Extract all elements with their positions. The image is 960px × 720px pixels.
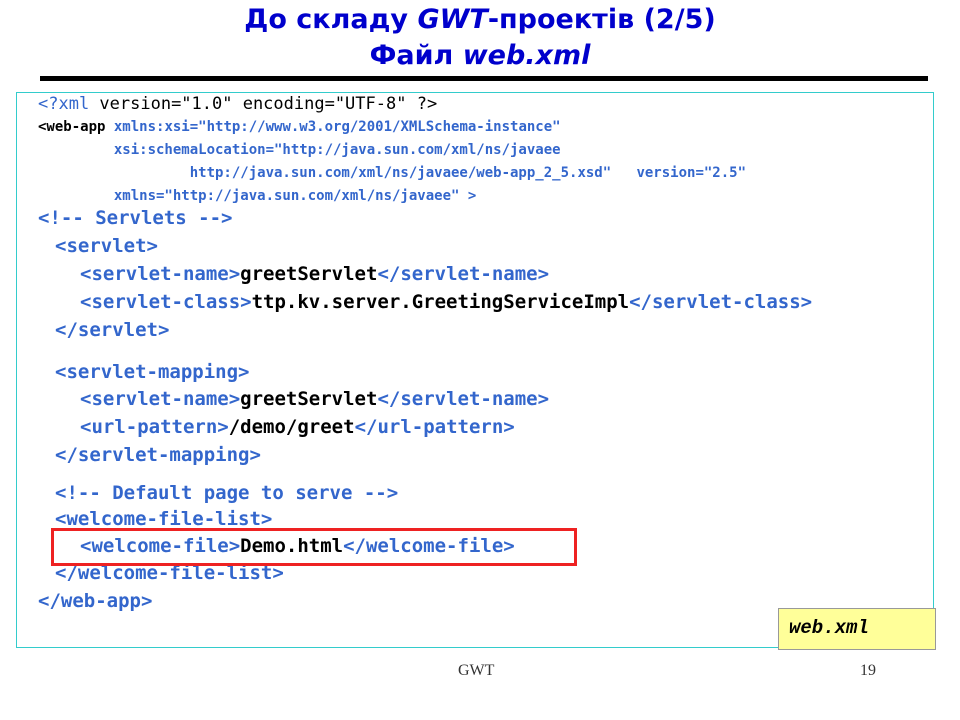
code-line-xmlns: xmlns="http://java.sun.com/xml/ns/javaee… — [38, 188, 476, 204]
xml-tag: </servlet-name> — [377, 263, 550, 285]
xml-value: greetServlet — [240, 263, 378, 285]
title-emphasis: GWT — [417, 4, 488, 35]
title-divider — [40, 76, 928, 81]
xml-tag: <welcome-file-list> — [55, 508, 273, 530]
code-line-servlet-name: <servlet-name>greetServlet</servlet-name… — [80, 263, 549, 285]
code-line-servlet-close: </servlet> — [55, 319, 169, 341]
xml-comment: <!-- Servlets --> — [38, 207, 233, 229]
xml-attributes: version="1.0" encoding="UTF-8" ?> — [89, 94, 438, 114]
xml-comment: <!-- Default page to serve --> — [55, 482, 399, 504]
code-line-web-app-close: </web-app> — [38, 590, 152, 612]
title-text: Файл — [369, 40, 463, 71]
code-line-schema-url: http://java.sun.com/xml/ns/javaee/web-ap… — [38, 165, 746, 181]
xml-tag: <servlet-class> — [80, 291, 252, 313]
code-line-welcome-list-open: <welcome-file-list> — [55, 508, 272, 530]
xml-tag: <url-pattern> — [80, 416, 229, 438]
code-line-url-pattern: <url-pattern>/demo/greet</url-pattern> — [80, 416, 515, 438]
code-line-servlet-open: <servlet> — [55, 235, 158, 257]
xml-tag: <servlet-mapping> — [55, 361, 250, 383]
xml-value: /demo/greet — [228, 416, 355, 438]
code-line-mapping-servlet-name: <servlet-name>greetServlet</servlet-name… — [80, 388, 549, 410]
xml-tag: </servlet> — [55, 319, 170, 341]
title-emphasis: web.xml — [462, 40, 591, 71]
code-line-servlets-comment: <!-- Servlets --> — [38, 207, 232, 229]
xml-tag: <servlet> — [55, 235, 158, 257]
title-line-2: Файл web.xml — [0, 38, 960, 74]
xml-attributes: http://java.sun.com/xml/ns/javaee/web-ap… — [38, 165, 747, 181]
page-number: 19 — [860, 662, 876, 679]
title-line-1: До складу GWT-проектів (2/5) — [0, 2, 960, 38]
xml-tag: <servlet-name> — [80, 388, 241, 410]
footer-title: GWT — [458, 662, 495, 679]
code-line-servlet-class: <servlet-class>ttp.kv.server.GreetingSer… — [80, 291, 812, 313]
xml-tag: <servlet-name> — [80, 263, 241, 285]
xml-value: ttp.kv.server.GreetingServiceImpl — [251, 291, 630, 313]
code-line-mapping-close: </servlet-mapping> — [55, 444, 261, 466]
xml-tag: </web-app> — [38, 590, 153, 612]
highlight-box — [51, 528, 577, 566]
xml-tag: </servlet-name> — [377, 388, 550, 410]
xml-attributes: xmlns:xsi="http://www.w3.org/2001/XMLSch… — [105, 119, 561, 135]
slide-title: До складу GWT-проектів (2/5) Файл web.xm… — [0, 2, 960, 74]
code-line-schema-location: xsi:schemaLocation="http://java.sun.com/… — [38, 142, 561, 158]
xml-tag: </url-pattern> — [354, 416, 515, 438]
xml-attributes: xsi:schemaLocation="http://java.sun.com/… — [38, 142, 561, 158]
xml-attributes: xmlns="http://java.sun.com/xml/ns/javaee… — [38, 188, 477, 204]
code-line-xml-declaration: <?xml version="1.0" encoding="UTF-8" ?> — [38, 94, 437, 114]
file-name-badge: web.xml — [778, 608, 936, 650]
code-line-mapping-open: <servlet-mapping> — [55, 361, 249, 383]
file-name-label: web.xml — [789, 617, 869, 639]
xml-tag: <?xml — [38, 94, 90, 114]
xml-tag: </servlet-mapping> — [55, 444, 261, 466]
title-text: -проектів (2/5) — [487, 4, 716, 35]
code-line-default-page-comment: <!-- Default page to serve --> — [55, 482, 398, 504]
xml-value: greetServlet — [240, 388, 378, 410]
title-text: До складу — [244, 4, 418, 35]
xml-tag: <web-app — [38, 119, 106, 135]
code-line-web-app-open: <web-app xmlns:xsi="http://www.w3.org/20… — [38, 119, 561, 135]
xml-tag: </servlet-class> — [629, 291, 813, 313]
